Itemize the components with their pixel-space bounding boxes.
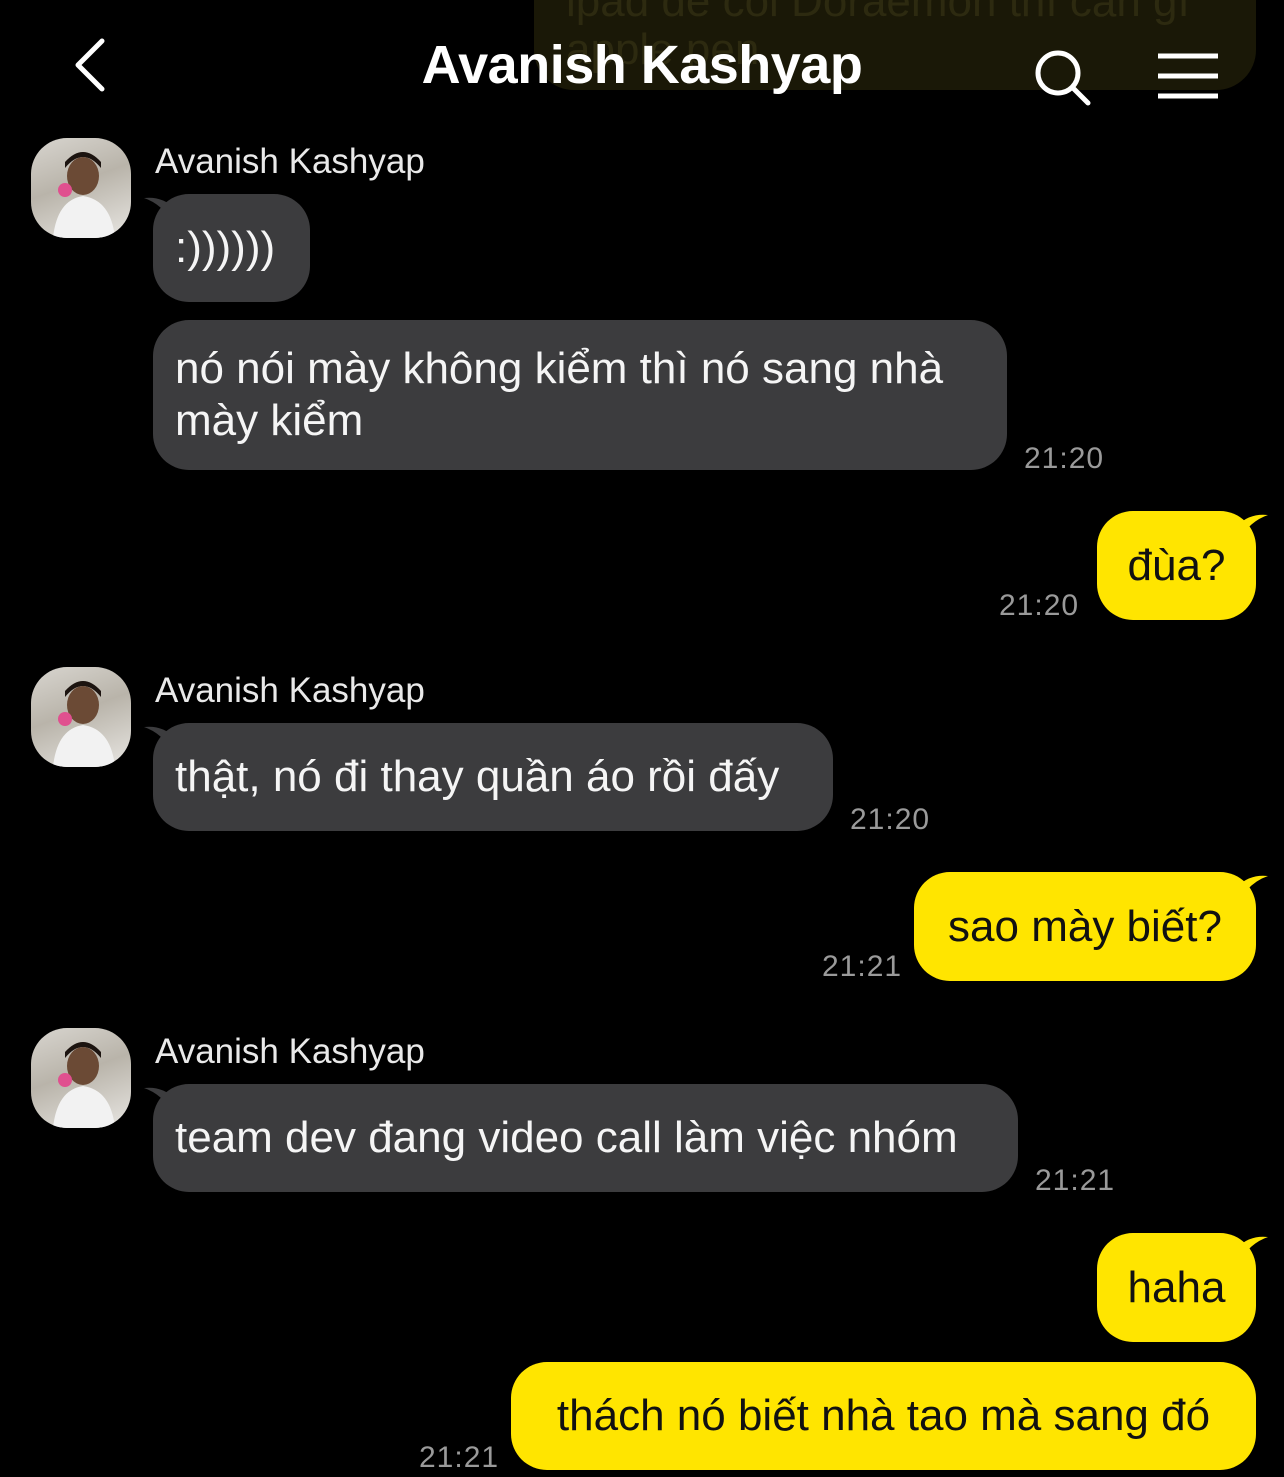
message-text-line: nó nói mày không kiểm thì nó sang nhà bbox=[175, 344, 944, 393]
avatar-photo bbox=[53, 152, 115, 238]
timestamp: 21:21 bbox=[1035, 1164, 1116, 1197]
hamburger-menu-icon bbox=[1158, 53, 1218, 99]
sender-name: Avanish Kashyap bbox=[155, 1032, 425, 1071]
avatar-photo bbox=[53, 1042, 115, 1128]
message-text: thật, nó đi thay quần áo rồi đấy bbox=[175, 752, 780, 801]
message-bubble[interactable]: sao mày biết? bbox=[914, 872, 1256, 981]
message-bubble[interactable]: nó nói mày không kiểm thì nó sang nhà mà… bbox=[153, 320, 1007, 470]
message-text: haha bbox=[1127, 1262, 1226, 1312]
sender-name: Avanish Kashyap bbox=[155, 142, 425, 181]
timestamp: 21:21 bbox=[419, 1441, 500, 1474]
search-icon bbox=[1035, 50, 1091, 106]
bubble-tail bbox=[1238, 875, 1268, 902]
timestamp: 21:20 bbox=[850, 803, 931, 836]
search-button[interactable] bbox=[1030, 45, 1096, 111]
timestamp: 21:20 bbox=[999, 589, 1080, 622]
message-bubble[interactable]: đùa? bbox=[1097, 511, 1256, 620]
message-text: đùa? bbox=[1127, 540, 1226, 590]
avatar-photo bbox=[53, 681, 115, 767]
sender-name: Avanish Kashyap bbox=[155, 671, 425, 710]
message-text-line: mày kiểm bbox=[175, 396, 364, 445]
message-bubble[interactable]: haha bbox=[1097, 1233, 1256, 1342]
bubble-tail bbox=[1238, 514, 1268, 541]
message-bubble[interactable]: :)))))) bbox=[153, 194, 310, 302]
message-text: team dev đang video call làm việc nhóm bbox=[175, 1113, 958, 1162]
message-bubble[interactable]: thách nó biết nhà tao mà sang đó bbox=[511, 1362, 1256, 1470]
message-bubble[interactable]: thật, nó đi thay quần áo rồi đấy bbox=[153, 723, 833, 831]
message-text: thách nó biết nhà tao mà sang đó bbox=[556, 1391, 1211, 1440]
timestamp: 21:21 bbox=[822, 950, 903, 983]
menu-button[interactable] bbox=[1152, 50, 1222, 102]
message-text: sao mày biết? bbox=[948, 901, 1222, 951]
bubble-tail bbox=[1238, 1236, 1268, 1263]
message-text: :)))))) bbox=[175, 223, 276, 272]
avatar[interactable] bbox=[31, 667, 131, 767]
timestamp: 21:20 bbox=[1024, 442, 1105, 475]
avatar[interactable] bbox=[31, 1028, 131, 1128]
message-bubble[interactable]: team dev đang video call làm việc nhóm bbox=[153, 1084, 1018, 1192]
avatar[interactable] bbox=[31, 138, 131, 238]
